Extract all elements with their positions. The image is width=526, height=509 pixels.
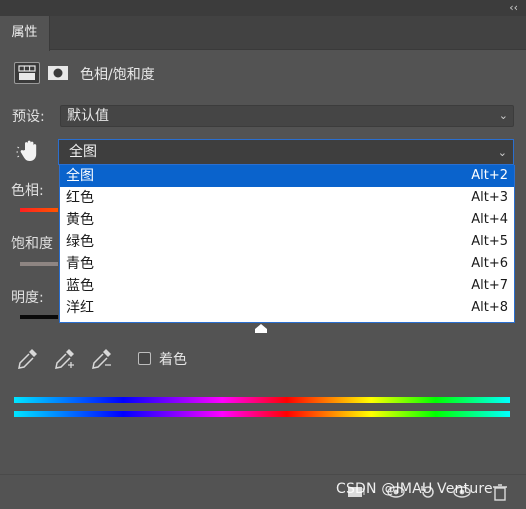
shortcut-text: Alt+7 <box>471 278 508 293</box>
dropdown-item-master[interactable]: 全图 Alt+2 <box>60 165 514 187</box>
chevron-down-icon: ⌄ <box>497 146 507 159</box>
saturation-slider-track[interactable] <box>20 262 58 266</box>
preset-select[interactable]: 默认值 ⌄ <box>60 105 514 127</box>
hue-slider-track[interactable] <box>20 208 58 212</box>
shortcut-text: Alt+5 <box>471 234 508 249</box>
panel-title: 色相/饱和度 <box>80 67 155 83</box>
dropdown-item-greens[interactable]: 绿色 Alt+5 <box>60 231 514 253</box>
hue-label: 色相: <box>11 183 44 199</box>
lightness-slider-thumb[interactable] <box>255 322 267 333</box>
eyedropper-subtract-icon[interactable] <box>90 346 114 372</box>
delete-trash-icon[interactable] <box>490 483 510 501</box>
dropdown-item-reds[interactable]: 红色 Alt+3 <box>60 187 514 209</box>
shortcut-text: Alt+3 <box>471 190 508 205</box>
shortcut-text: Alt+6 <box>471 256 508 271</box>
dropdown-item-magentas[interactable]: 洋红 Alt+8 <box>60 297 514 319</box>
channel-select[interactable]: 全图 ⌄ <box>58 139 514 165</box>
panel-top-bar: ‹‹ <box>0 0 526 16</box>
saturation-label: 饱和度 <box>11 236 53 252</box>
eyedropper-icon[interactable] <box>16 346 40 372</box>
channel-select-value: 全图 <box>69 144 97 160</box>
colorize-label: 着色 <box>159 352 187 368</box>
dropdown-item-cyans[interactable]: 青色 Alt+6 <box>60 253 514 275</box>
tab-properties[interactable]: 属性 <box>0 16 50 51</box>
collapse-panel-icon[interactable]: ‹‹ <box>509 0 518 16</box>
panel-header: 色相/饱和度 <box>0 58 526 88</box>
chevron-down-icon: ⌄ <box>498 109 508 122</box>
output-color-range-bar <box>14 411 510 417</box>
layer-mask-icon[interactable] <box>46 63 70 83</box>
watermark-text: CSDN @IMAU Venture <box>336 481 493 497</box>
shortcut-text: Alt+8 <box>471 300 508 315</box>
dropdown-item-blues[interactable]: 蓝色 Alt+7 <box>60 275 514 297</box>
preset-label: 预设: <box>12 109 45 125</box>
shortcut-text: Alt+2 <box>471 168 508 183</box>
panel-tab-bar: 属性 <box>0 16 526 51</box>
adjustment-layer-icon[interactable] <box>14 62 40 84</box>
lightness-slider-track[interactable] <box>20 315 58 319</box>
colorize-checkbox[interactable] <box>138 352 151 365</box>
dropdown-item-yellows[interactable]: 黄色 Alt+4 <box>60 209 514 231</box>
channel-dropdown-list: 全图 Alt+2 红色 Alt+3 黄色 Alt+4 绿色 Alt+5 青色 A… <box>59 165 515 323</box>
eyedropper-add-icon[interactable] <box>53 346 77 372</box>
input-color-range-bar <box>14 397 510 403</box>
shortcut-text: Alt+4 <box>471 212 508 227</box>
lightness-label: 明度: <box>11 290 44 306</box>
targeted-adjustment-hand-icon[interactable] <box>16 138 42 164</box>
preset-value: 默认值 <box>67 108 109 124</box>
